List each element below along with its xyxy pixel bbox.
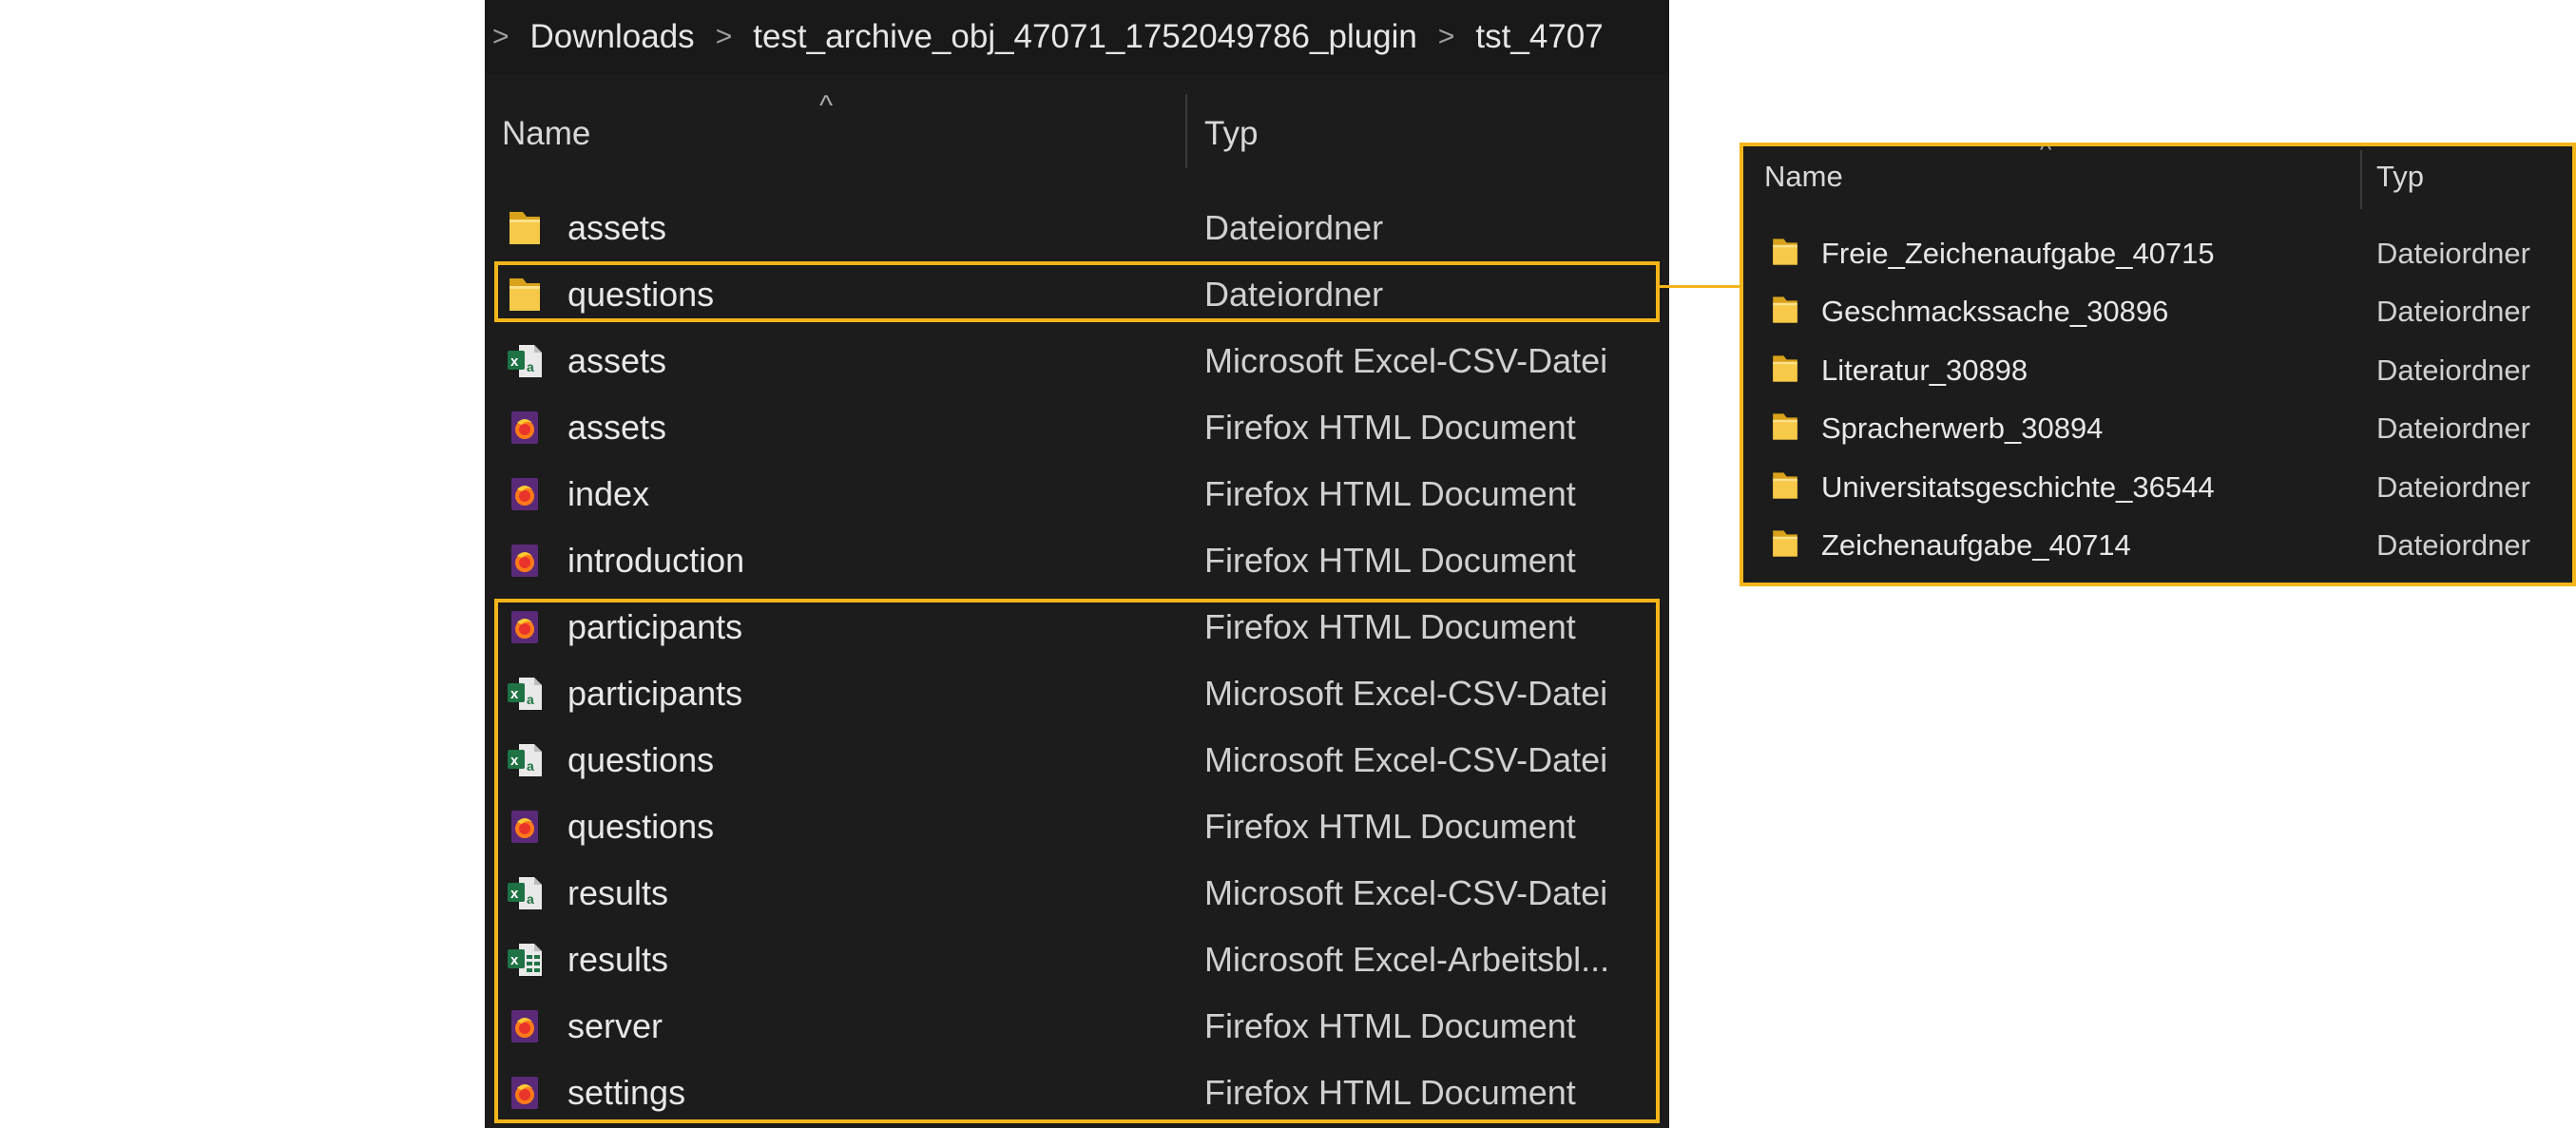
- column-divider[interactable]: [1185, 94, 1187, 168]
- subfolder-name: Spracherwerb_30894: [1821, 411, 2104, 446]
- folder-icon: [506, 208, 544, 248]
- subfolder-row[interactable]: Zeichenaufgabe_40714 Dateiordner: [1743, 517, 2572, 574]
- breadcrumb-separator[interactable]: >: [716, 21, 733, 53]
- subfolder-name: Freie_Zeichenaufgabe_40715: [1821, 237, 2215, 270]
- file-row[interactable]: introduction Firefox HTML Document: [485, 527, 1669, 594]
- subfolder-type: Dateiordner: [2376, 353, 2530, 387]
- subfolder-row[interactable]: Freie_Zeichenaufgabe_40715 Dateiordner: [1743, 225, 2572, 282]
- subfolder-name: Geschmackssache_30896: [1821, 295, 2169, 329]
- breadcrumb-item-archive[interactable]: test_archive_obj_47071_1752049786_plugin: [753, 18, 1417, 56]
- file-name: assets: [567, 208, 667, 247]
- subfolder-type: Dateiordner: [2376, 411, 2530, 446]
- excel-csv-icon: ax: [506, 341, 544, 381]
- file-name: index: [567, 474, 650, 513]
- subfolder-row[interactable]: Literatur_30898 Dateiordner: [1743, 342, 2572, 399]
- column-header: ^ Name Typ: [485, 90, 1669, 176]
- file-type: Microsoft Excel-CSV-Datei: [1204, 341, 1608, 380]
- subfolder-row[interactable]: Spracherwerb_30894 Dateiordner: [1743, 400, 2572, 457]
- file-name: assets: [567, 341, 667, 380]
- file-type: Dateiordner: [1204, 208, 1384, 247]
- folder-icon: [1770, 235, 1800, 269]
- subfolder-row[interactable]: Geschmackssache_30896 Dateiordner: [1743, 283, 2572, 340]
- svg-text:x: x: [510, 354, 519, 370]
- breadcrumb-separator[interactable]: >: [1438, 21, 1455, 53]
- file-name: introduction: [567, 541, 745, 580]
- panel-column-header-name[interactable]: Name: [1764, 160, 1843, 194]
- subfolder-type: Dateiordner: [2376, 469, 2530, 504]
- folder-icon: [1770, 293, 1800, 327]
- file-type: Firefox HTML Document: [1204, 541, 1576, 580]
- folder-icon: [1770, 468, 1800, 503]
- folder-icon: [1770, 352, 1800, 386]
- subfolder-type: Dateiordner: [2376, 237, 2530, 270]
- file-type: Firefox HTML Document: [1204, 408, 1576, 447]
- subfolder-name: Universitatsgeschichte_36544: [1821, 469, 2215, 504]
- file-row[interactable]: index Firefox HTML Document: [485, 461, 1669, 527]
- breadcrumb-item-tst[interactable]: tst_4707: [1475, 18, 1603, 56]
- firefox-html-icon: [506, 541, 544, 581]
- column-header-name[interactable]: Name: [502, 115, 590, 153]
- file-name: assets: [567, 408, 667, 447]
- svg-text:a: a: [527, 359, 534, 374]
- breadcrumb-item-downloads[interactable]: Downloads: [530, 18, 695, 56]
- firefox-html-icon: [506, 474, 544, 514]
- sort-ascending-icon: ^: [819, 90, 834, 122]
- column-header-type[interactable]: Typ: [1204, 115, 1258, 153]
- subfolder-row[interactable]: Universitatsgeschichte_36544 Dateiordner: [1743, 459, 2572, 516]
- highlight-exported-files: [494, 599, 1660, 1123]
- file-type: Firefox HTML Document: [1204, 474, 1576, 513]
- panel-column-divider[interactable]: [2360, 150, 2362, 209]
- file-row[interactable]: assets Dateiordner: [485, 195, 1669, 261]
- subfolder-type: Dateiordner: [2376, 295, 2530, 329]
- highlight-questions-folder: [494, 261, 1660, 322]
- file-row[interactable]: assets Firefox HTML Document: [485, 394, 1669, 461]
- panel-column-header-type[interactable]: Typ: [2376, 160, 2424, 194]
- file-row[interactable]: a x assets Microsoft Excel-CSV-Datei: [485, 328, 1669, 394]
- folder-icon: [1770, 410, 1800, 444]
- subfolder-type: Dateiordner: [2376, 528, 2530, 562]
- breadcrumb: > Downloads > test_archive_obj_47071_175…: [485, 0, 1669, 74]
- subfolder-panel: ^ Name Typ Freie_Zeichenaufgabe_40715 Dat…: [1740, 143, 2576, 586]
- callout-connector-line: [1660, 285, 1740, 288]
- sort-ascending-icon: ^: [2040, 143, 2052, 163]
- subfolder-name: Literatur_30898: [1821, 353, 2028, 387]
- folder-icon: [1770, 526, 1800, 561]
- breadcrumb-separator[interactable]: >: [492, 21, 509, 53]
- subfolder-name: Zeichenaufgabe_40714: [1821, 528, 2131, 562]
- firefox-html-icon: [506, 408, 544, 448]
